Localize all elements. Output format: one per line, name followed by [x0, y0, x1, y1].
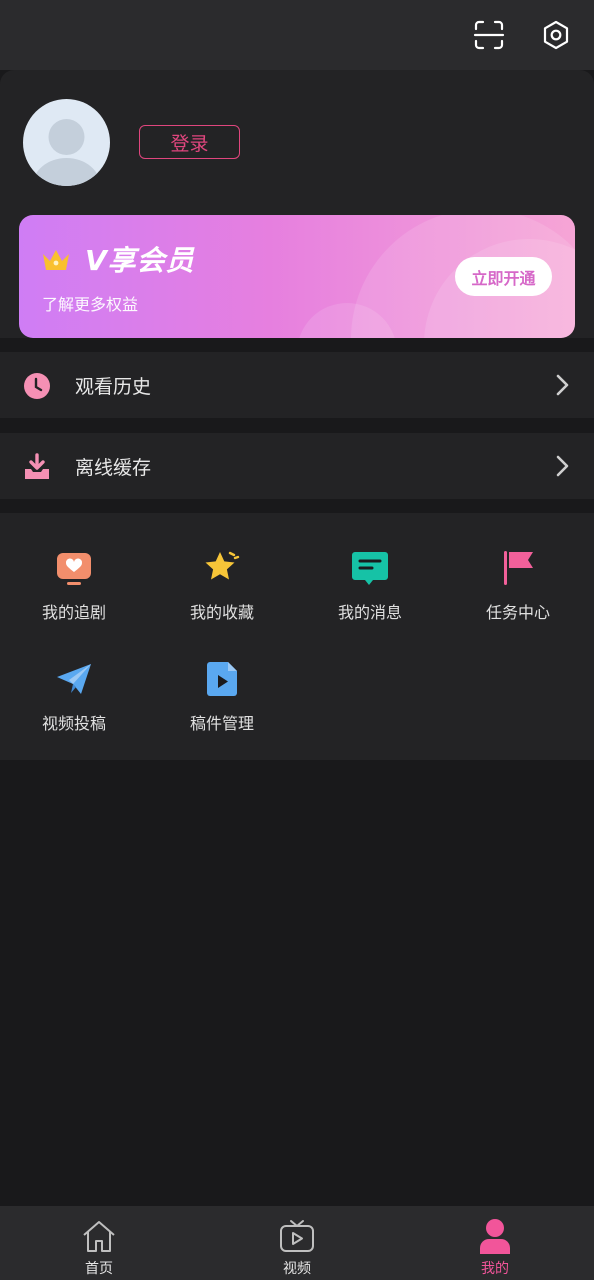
vip-subtitle: 了解更多权益 — [42, 295, 139, 314]
flag-icon — [499, 549, 537, 587]
grid-item-label: 我的消息 — [337, 603, 402, 622]
user-icon — [477, 1218, 513, 1254]
profile-card: 登录 V享会员 了解更多权益 立即开通 — [0, 70, 594, 338]
gear-icon[interactable] — [537, 16, 575, 54]
chevron-right-icon — [555, 455, 569, 481]
tab-video[interactable]: 视频 — [198, 1206, 396, 1280]
download-icon — [23, 453, 51, 481]
tab-home[interactable]: 首页 — [0, 1206, 198, 1280]
grid-item-my-favorites[interactable]: 我的收藏 — [148, 513, 296, 622]
list-item-watch-history[interactable]: 观看历史 — [0, 352, 594, 418]
grid-item-my-messages[interactable]: 我的消息 — [296, 513, 444, 622]
list-item-label: 离线缓存 — [75, 456, 152, 479]
scan-icon[interactable] — [470, 16, 508, 54]
grid-item-label: 我的收藏 — [189, 603, 254, 622]
chevron-right-icon — [555, 374, 569, 400]
star-icon — [203, 549, 241, 587]
list-item-label: 观看历史 — [75, 375, 152, 398]
crown-icon — [41, 247, 71, 277]
grid-item-label: 稿件管理 — [189, 714, 254, 733]
feature-grid: 我的追剧 我的收藏 我的消息 任务中心 视频投稿 稿件管理 — [0, 513, 594, 760]
grid-item-my-dramas[interactable]: 我的追剧 — [0, 513, 148, 622]
list-item-offline-cache[interactable]: 离线缓存 — [0, 433, 594, 499]
tab-label: 首页 — [85, 1261, 113, 1277]
paper-plane-icon — [55, 660, 93, 698]
grid-item-label: 我的追剧 — [41, 603, 106, 622]
tab-label: 我的 — [481, 1261, 509, 1277]
tab-mine[interactable]: 我的 — [396, 1206, 594, 1280]
avatar[interactable] — [23, 99, 110, 186]
tv-play-icon — [279, 1218, 315, 1254]
top-bar — [0, 0, 594, 70]
bottom-tab-bar: 首页 视频 我的 — [0, 1206, 594, 1280]
video-file-icon — [203, 660, 241, 698]
clock-icon — [23, 372, 51, 400]
vip-banner[interactable]: V享会员 了解更多权益 立即开通 — [19, 215, 575, 338]
grid-item-task-center[interactable]: 任务中心 — [444, 513, 592, 622]
grid-item-manuscript-management[interactable]: 稿件管理 — [148, 624, 296, 733]
grid-item-label: 任务中心 — [485, 603, 550, 622]
vip-title: V享会员 — [85, 244, 195, 277]
login-button[interactable]: 登录 — [139, 125, 240, 159]
grid-item-label: 视频投稿 — [41, 714, 106, 733]
vip-open-button[interactable]: 立即开通 — [455, 257, 552, 296]
heart-tv-icon — [55, 549, 93, 587]
tab-label: 视频 — [283, 1261, 311, 1277]
message-icon — [351, 549, 389, 587]
home-icon — [81, 1218, 117, 1254]
grid-item-video-submit[interactable]: 视频投稿 — [0, 624, 148, 733]
